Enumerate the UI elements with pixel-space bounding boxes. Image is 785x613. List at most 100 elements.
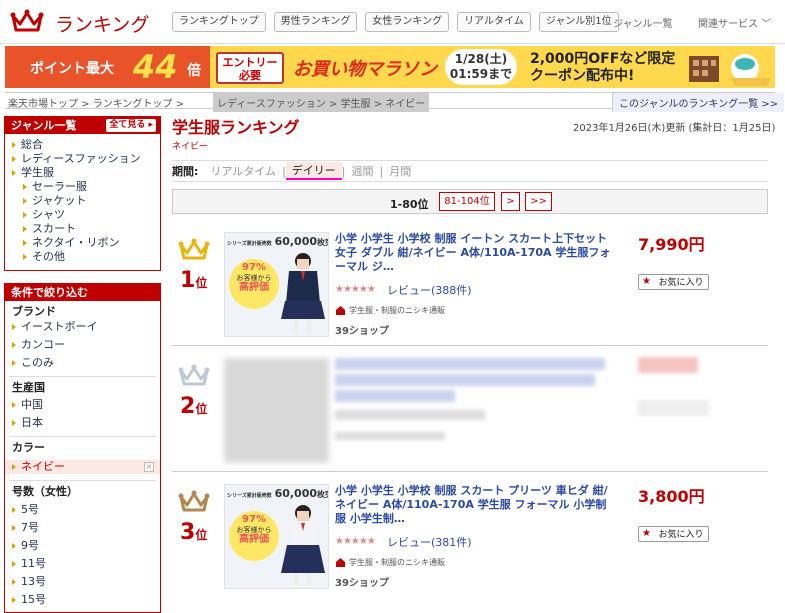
color-filter-title: カラー bbox=[12, 441, 45, 454]
bronze-crown-icon bbox=[178, 490, 210, 512]
genre-item-school-uniform[interactable]: 学生服 bbox=[5, 166, 160, 180]
rating-stars: ★★★★★ bbox=[335, 284, 376, 295]
genre-item-skirt[interactable]: スカート bbox=[5, 222, 160, 236]
point-label: ポイント最大 bbox=[30, 61, 114, 77]
rating-pct: 97% bbox=[242, 262, 266, 273]
product-title[interactable]: 小学 小学生 小学校 制服 イートン スカート上下セット 女子 ダブル 紺/ネイ… bbox=[335, 232, 617, 274]
breadcrumb: 楽天市場トップ > ランキングトップ > レディースファッション > 学生服 >… bbox=[5, 92, 785, 112]
sales-count: 60,000 bbox=[274, 235, 318, 248]
point-panel: ポイント最大 44 倍 bbox=[5, 46, 210, 88]
period-monthly[interactable]: 月間 bbox=[383, 163, 417, 179]
size-item-5[interactable]: 5号 bbox=[5, 503, 160, 517]
shop-link[interactable]: 学生服・制服のニシキ通販 bbox=[349, 305, 445, 316]
campaign-deadline: 1/28(土) 01:59まで bbox=[445, 49, 517, 85]
rank-suffix: 位 bbox=[195, 402, 208, 416]
size-item-13[interactable]: 13号 bbox=[5, 575, 160, 589]
remove-filter-icon[interactable]: × bbox=[144, 462, 154, 472]
genre-item-shirt[interactable]: シャツ bbox=[5, 208, 160, 222]
brand-item-kanko[interactable]: カンコー bbox=[5, 338, 160, 352]
rank-suffix: 位 bbox=[195, 276, 208, 290]
genre-item-tie-ribbon[interactable]: ネクタイ・リボン bbox=[5, 236, 160, 250]
page-subtitle: ネイビー bbox=[172, 142, 209, 152]
rank-number: 1位 bbox=[180, 268, 207, 293]
size-filter-title: 号数（女性） bbox=[12, 485, 78, 498]
color-selected-label: ネイビー bbox=[21, 460, 65, 473]
genre-item-other[interactable]: その他 bbox=[5, 250, 160, 264]
review-link[interactable]: レビュー(381件) bbox=[387, 534, 472, 550]
blurred-title[interactable] bbox=[335, 358, 605, 370]
ranking-item: 2位 bbox=[172, 348, 768, 472]
divider bbox=[9, 480, 156, 481]
period-weekly[interactable]: 週間 bbox=[346, 163, 380, 179]
period-daily[interactable]: デイリー bbox=[285, 162, 342, 180]
product-thumbnail[interactable]: シリーズ累計販売数 60,000枚突破 97%お客様から高評価 bbox=[224, 232, 329, 337]
genre-items: 総合 レディースファッション 学生服 セーラー服 ジャケット シャツ スカート … bbox=[5, 134, 160, 264]
genre-item-jacket[interactable]: ジャケット bbox=[5, 194, 160, 208]
pager-current: 1-80位 bbox=[390, 198, 429, 211]
nav-female-ranking[interactable]: 女性ランキング bbox=[365, 12, 450, 32]
nav-genre-first[interactable]: ジャンル別1位 bbox=[538, 12, 619, 32]
genre-ranking-list-link[interactable]: このジャンルのランキング一覧 >> bbox=[612, 93, 785, 112]
sales-count: 60,000 bbox=[274, 487, 318, 500]
review-link[interactable]: レビュー(388件) bbox=[387, 282, 472, 298]
deadline-time: 01:59まで bbox=[449, 67, 513, 81]
product-thumbnail[interactable]: シリーズ累計販売数 60,000枚突破 97%お客様から高評価 bbox=[224, 484, 329, 589]
shop-link[interactable]: 学生服・制服のニシキ通販 bbox=[349, 557, 445, 568]
genre-list-link[interactable]: ジャンル一覧 bbox=[613, 15, 673, 30]
nav-realtime[interactable]: リアルタイム bbox=[457, 12, 531, 32]
blurred-title[interactable] bbox=[335, 374, 595, 386]
rank-number: 3位 bbox=[180, 520, 207, 545]
size-item-9[interactable]: 9号 bbox=[5, 539, 160, 553]
pager-next[interactable]: > bbox=[501, 192, 520, 211]
genre-list-title: ジャンル一覧 bbox=[11, 119, 77, 132]
period-realtime[interactable]: リアルタイム bbox=[204, 163, 282, 179]
silver-crown-icon bbox=[178, 364, 210, 386]
rank-suffix: 位 bbox=[195, 528, 208, 542]
crown-logo-icon[interactable] bbox=[10, 8, 44, 34]
breadcrumb-path[interactable]: 楽天市場トップ > ランキングトップ > bbox=[8, 95, 184, 110]
nav-ranking-top[interactable]: ランキングトップ bbox=[172, 12, 266, 32]
brand-filter-title: ブランド bbox=[12, 305, 56, 318]
origin-filter-title: 生産国 bbox=[12, 381, 45, 394]
blurred-favorite[interactable] bbox=[638, 400, 709, 416]
genre-item-all[interactable]: 総合 bbox=[5, 138, 160, 152]
brand-item-konomi[interactable]: このみ bbox=[5, 356, 160, 370]
size-item-7[interactable]: 7号 bbox=[5, 521, 160, 535]
pager-last[interactable]: >> bbox=[525, 192, 552, 211]
nav-male-ranking[interactable]: 男性ランキング bbox=[273, 12, 358, 32]
campaign-title: お買い物マラソン bbox=[293, 59, 437, 80]
filter-sidebar: 条件で絞り込む ブランド イーストボーイ カンコー このみ 生産国 中国 日本 … bbox=[4, 283, 161, 613]
blurred-title[interactable] bbox=[335, 390, 455, 402]
see-all-button[interactable]: 全て見る ▸ bbox=[106, 119, 156, 132]
blurred-review bbox=[335, 410, 485, 420]
product-thumbnail[interactable] bbox=[224, 358, 329, 463]
color-selected-navy[interactable]: ネイビー × bbox=[5, 460, 160, 474]
size-item-15[interactable]: 15号 bbox=[5, 593, 160, 607]
site-brand[interactable]: ランキング bbox=[55, 10, 149, 37]
rating-line: お客様から bbox=[236, 526, 272, 534]
product-title[interactable]: 小学 小学生 小学校 制服 スカート プリーツ 車ヒダ 紺/ネイビー A体/11… bbox=[335, 484, 617, 526]
rating-circle: 97% お客様から 高評価 bbox=[229, 511, 279, 561]
pagination: 1-80位 81-104位 > >> bbox=[172, 189, 768, 214]
favorite-button[interactable]: お気に入り bbox=[638, 526, 709, 542]
product-price: 7,990円 bbox=[638, 235, 705, 254]
size-item-11[interactable]: 11号 bbox=[5, 557, 160, 571]
favorite-button[interactable]: お気に入り bbox=[638, 274, 709, 290]
pager-next-range[interactable]: 81-104位 bbox=[439, 192, 495, 211]
sales-suffix: 枚突破 bbox=[317, 238, 328, 247]
brand-item-eastboy[interactable]: イーストボーイ bbox=[5, 320, 160, 334]
promo-line1: 2,000円OFFなど限定 bbox=[530, 51, 676, 67]
ranking-item: 3位 シリーズ累計販売数 60,000枚突破 97%お客様から高評価 小学 小学… bbox=[172, 474, 768, 604]
sales-badge: シリーズ累計販売数 60,000枚突破 bbox=[227, 235, 328, 248]
genre-item-ladies[interactable]: レディースファッション bbox=[5, 152, 160, 166]
ranking-item: 1位 シリーズ累計販売数 60,000枚突破 97%お客様から高評価 小学 小学… bbox=[172, 222, 768, 346]
rank-number: 2位 bbox=[180, 394, 207, 419]
origin-item-japan[interactable]: 日本 bbox=[5, 416, 160, 430]
breadcrumb-current[interactable]: レディースファッション > 学生服 > ネイビー bbox=[213, 93, 430, 112]
gift-box-illustration bbox=[689, 54, 771, 86]
origin-item-china[interactable]: 中国 bbox=[5, 398, 160, 412]
blurred-price bbox=[638, 357, 698, 373]
promo-banner[interactable]: ポイント最大 44 倍 エントリー 必要 お買い物マラソン 1/28(土) 01… bbox=[5, 46, 775, 88]
related-services-menu[interactable]: 関連サービス ﹀ bbox=[698, 15, 771, 30]
genre-item-sailor[interactable]: セーラー服 bbox=[5, 180, 160, 194]
